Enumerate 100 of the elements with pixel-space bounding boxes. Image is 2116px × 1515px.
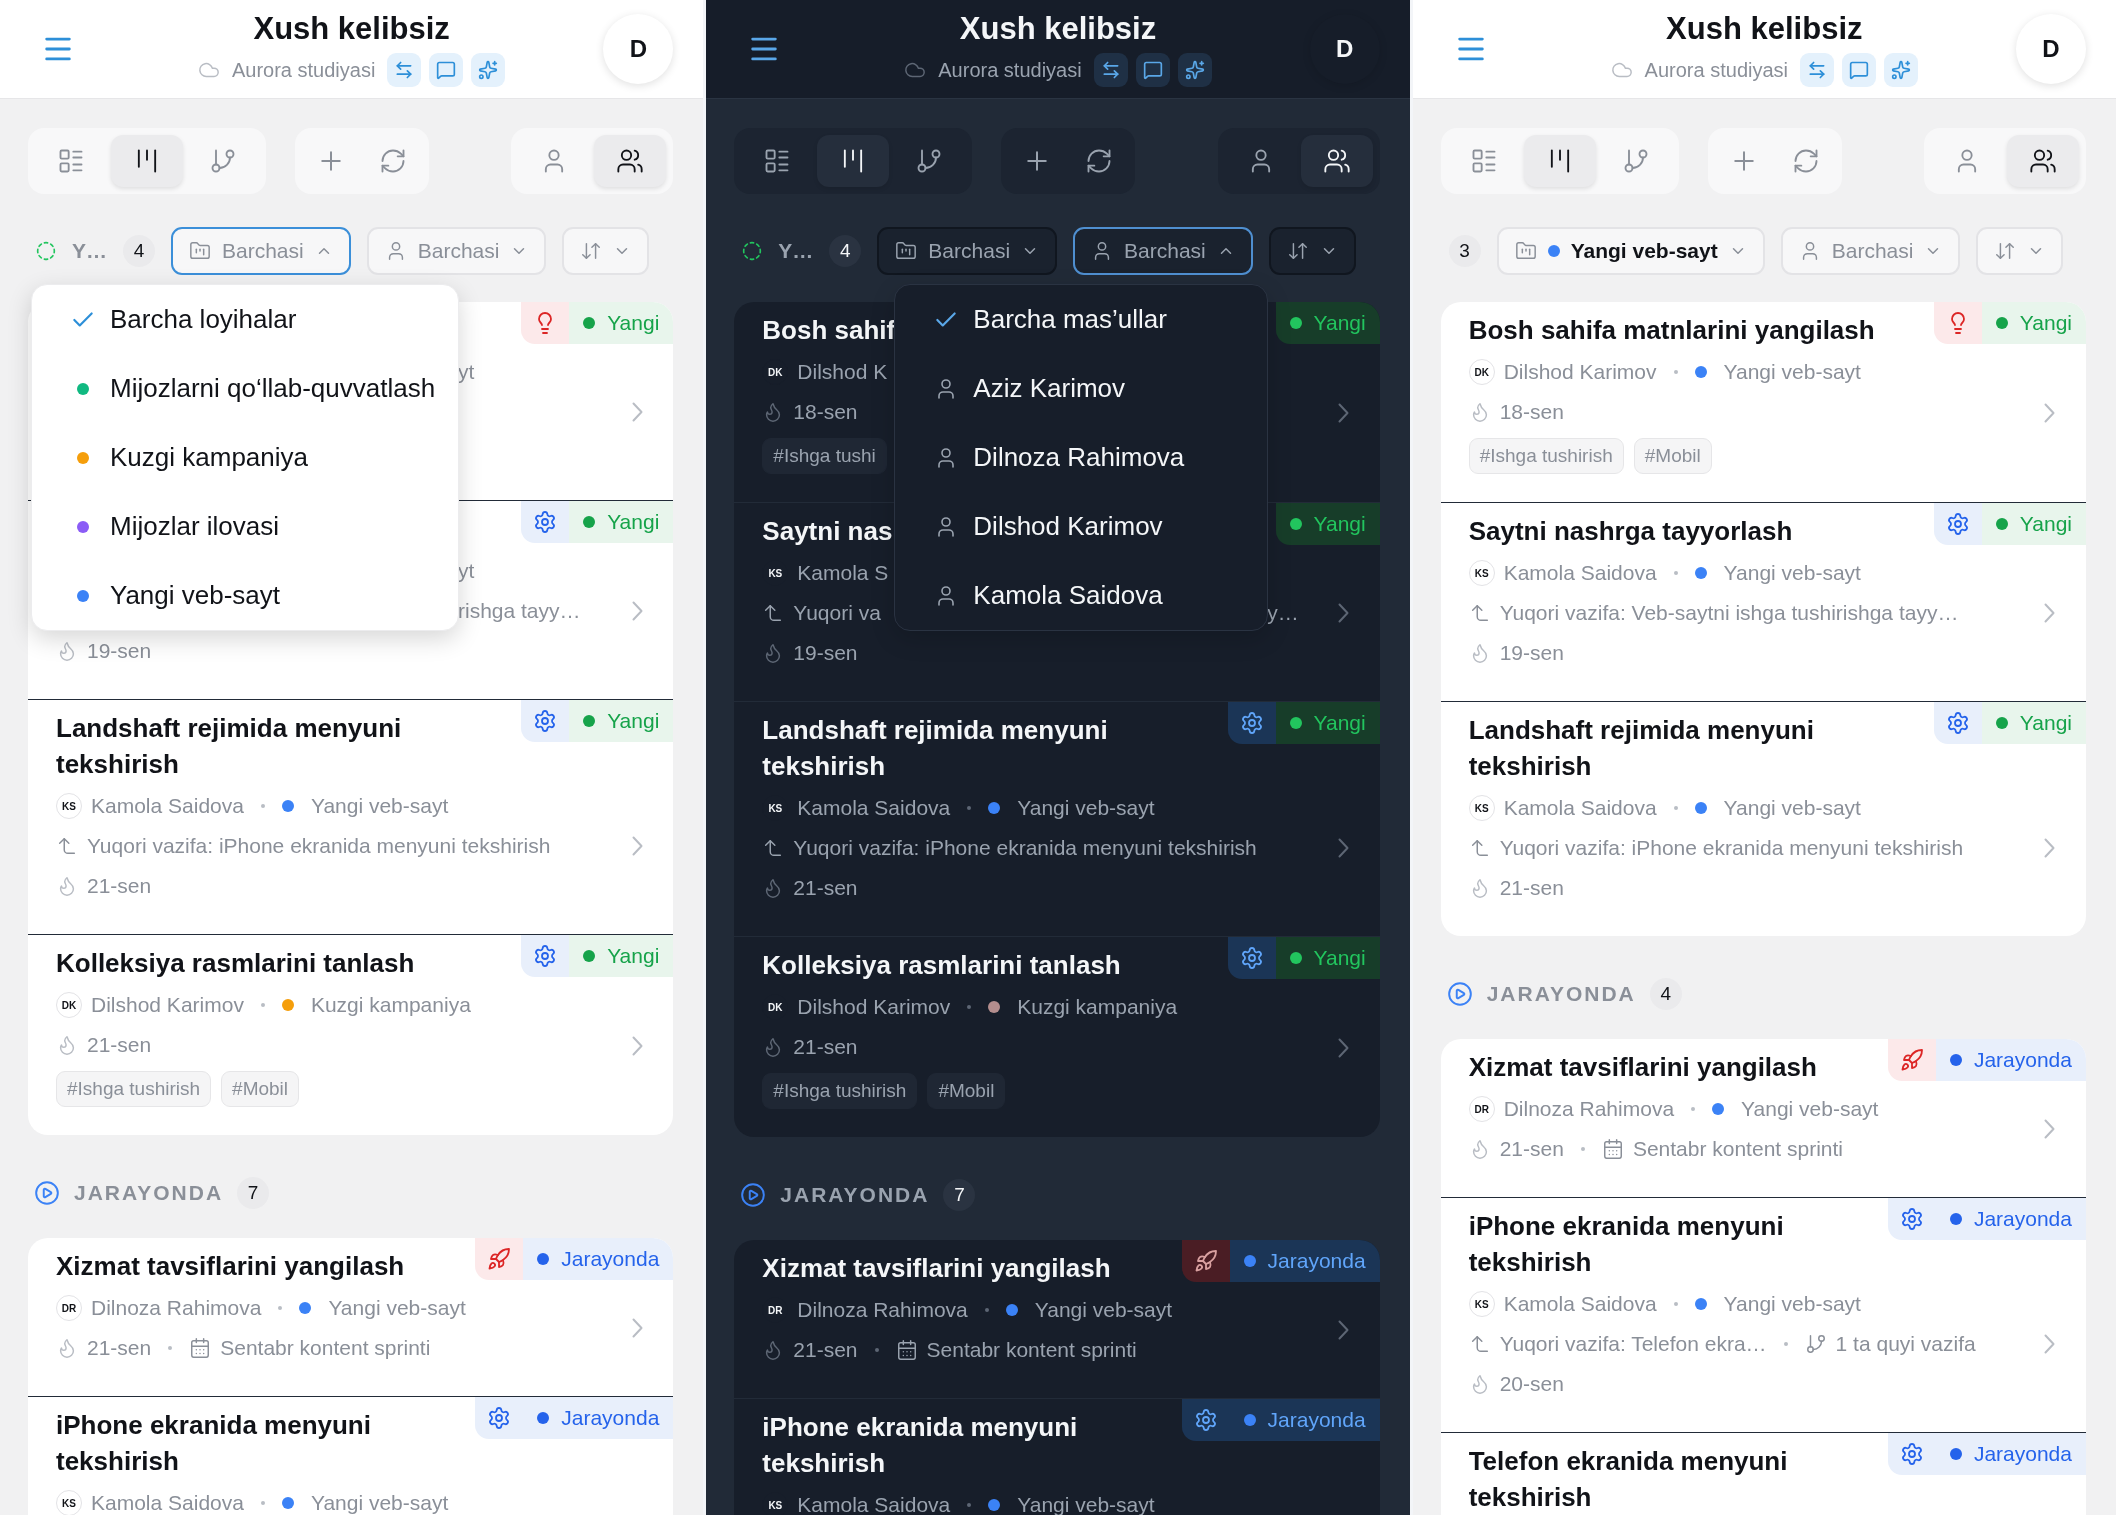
section-title: JARAYONDA: [780, 1183, 930, 1207]
swap-button[interactable]: [387, 53, 422, 87]
dashed-circle-icon: [742, 241, 763, 261]
status-dot: [1949, 1448, 1962, 1460]
due-date: 21-sen: [1499, 876, 1564, 900]
status-label: Yangi: [607, 944, 660, 968]
sprint-name: Sentabr kontent sprinti: [926, 1338, 1137, 1362]
menu-item[interactable]: Yangi veb-sayt: [32, 561, 458, 630]
sparkle-button[interactable]: [471, 53, 506, 87]
status-dot: [583, 950, 596, 962]
project-name: Yangi veb-sayt: [310, 1491, 449, 1515]
menu-item[interactable]: Dilshod Karimov: [895, 492, 1268, 561]
due-date: 21-sen: [87, 1033, 152, 1057]
status-dot: [583, 715, 596, 727]
menu-item[interactable]: Kuzgi kampaniya: [32, 423, 458, 492]
profile-avatar[interactable]: D: [1309, 14, 1380, 84]
assignee-filter[interactable]: Barchasi: [1073, 227, 1253, 275]
chat-button[interactable]: [1842, 53, 1876, 87]
chat-button[interactable]: [1135, 53, 1170, 87]
status-label: Jarayonda: [1973, 1442, 2072, 1466]
sort-icon: [1994, 240, 2017, 262]
parent-task-text: Yuqori vazifa: iPhone ekranida menyuni tekshirish: [1499, 836, 1964, 860]
status-label: Yangi: [1313, 311, 1366, 335]
task-title: Xizmat tavsiflarini yangilash: [762, 1253, 1111, 1283]
parent-task-text: Yuqori vazifa: iPhone ekranida menyuni tekshirish: [87, 834, 551, 858]
project-filter[interactable]: Barchasi: [877, 227, 1058, 275]
chat-button[interactable]: [429, 53, 464, 87]
task-tag: #Mobil: [221, 1071, 300, 1107]
board-view-button[interactable]: [1523, 135, 1596, 187]
status-label: Jarayonda: [561, 1406, 660, 1430]
status-dot: [1995, 717, 2008, 729]
board-view-button[interactable]: [111, 135, 183, 187]
status-dot: [1243, 1255, 1256, 1267]
status-dot: [1289, 317, 1302, 329]
menu-item-label: Barcha loyihalar: [110, 304, 297, 335]
task-tag: #Ishga tushirish: [56, 1071, 212, 1107]
status-dot: [1949, 1054, 1962, 1066]
sort-button[interactable]: [1268, 227, 1356, 275]
menu-item-label: Aziz Karimov: [973, 373, 1126, 404]
menu-item-label: Kuzgi kampaniya: [110, 442, 308, 473]
due-date: 20-sen: [1499, 1372, 1564, 1396]
due-date: 18-sen: [1499, 400, 1564, 424]
task-title: Kolleksiya rasmlarini tanlash: [56, 948, 415, 978]
project-name: Kuzgi kampaniya: [310, 993, 471, 1017]
count-badge: 3: [1448, 235, 1481, 267]
assignee-name: Kamola Saidova: [1503, 1292, 1657, 1316]
task-title: iPhone ekranida menyuni tekshirish: [1468, 1211, 1784, 1277]
task-title: Landshaft rejimida menyuni tekshirish: [56, 713, 402, 779]
initials-avatar: DK: [56, 992, 82, 1018]
count-badge: 4: [123, 235, 155, 267]
workspace-name: Aurora studiyasi: [231, 58, 376, 82]
menu-item[interactable]: Aziz Karimov: [895, 354, 1268, 423]
menu-item[interactable]: Dilnoza Rahimova: [895, 423, 1268, 492]
assignee-name: Dilshod K: [797, 360, 888, 384]
swap-button[interactable]: [1093, 53, 1128, 87]
menu-item[interactable]: Kamola Saidova: [895, 561, 1268, 630]
gear-icon: [1899, 1207, 1924, 1231]
menu-item[interactable]: Mijozlar ilovasi: [32, 492, 458, 561]
menu-item[interactable]: Barcha loyihalar: [32, 285, 458, 354]
page-title: Xush kelibsiz: [1666, 11, 1863, 47]
due-date: 18-sen: [793, 400, 858, 424]
chevron-right-icon: [2044, 403, 2056, 423]
status-label: Yangi: [607, 709, 660, 733]
people-filter-button[interactable]: [594, 135, 667, 187]
profile-avatar[interactable]: D: [2016, 14, 2086, 84]
chevron-right-icon: [2044, 1119, 2056, 1139]
task-title: Kolleksiya rasmlarini tanlash: [762, 950, 1121, 980]
rocket-icon: [1899, 1048, 1924, 1072]
parent-task-text: Yuqori va: [793, 601, 881, 625]
sparkle-button[interactable]: [1884, 53, 1918, 87]
status-label: Yangi: [1313, 946, 1366, 970]
play-circle-icon: [1446, 981, 1473, 1007]
rocket-icon: [487, 1247, 512, 1271]
menu-item-label: Dilshod Karimov: [973, 511, 1163, 542]
page-title: Xush kelibsiz: [253, 11, 450, 47]
initials-avatar: KS: [1468, 560, 1495, 586]
people-filter-button[interactable]: [2007, 135, 2079, 187]
parent-task-text: Yuqori vazifa: Veb-saytni ishga tushirishga tayy…: [1499, 601, 1959, 625]
gear-icon: [533, 510, 558, 534]
swap-button[interactable]: [1800, 53, 1834, 87]
gear-icon: [1945, 711, 1970, 735]
partly-covered-text: y…: [1267, 601, 1300, 625]
menu-item[interactable]: Mijozlarni qo‘llab-quvvatlash: [32, 354, 458, 423]
people-filter-button[interactable]: [1300, 135, 1373, 187]
board-view-button[interactable]: [817, 135, 890, 187]
project-name: Yangi veb-sayt: [310, 794, 449, 818]
initials-avatar: DK: [1468, 359, 1495, 385]
project-name: Yangi veb-sayt: [1017, 796, 1155, 820]
project-filter[interactable]: Yangi veb-sayt: [1496, 227, 1765, 275]
initials-avatar: DR: [1468, 1096, 1495, 1122]
status-dot: [1289, 952, 1302, 964]
people-icon: [2029, 147, 2057, 175]
sparkle-button[interactable]: [1177, 53, 1212, 87]
initials-avatar: KS: [1468, 795, 1495, 821]
status-label: Yangi: [2019, 311, 2072, 335]
swap-arrows-icon: [1807, 60, 1827, 80]
profile-avatar[interactable]: D: [603, 14, 674, 84]
gear-icon: [1945, 512, 1970, 536]
menu-item[interactable]: Barcha mas’ullar: [895, 285, 1268, 354]
project-name: Yangi veb-sayt: [1723, 561, 1861, 585]
